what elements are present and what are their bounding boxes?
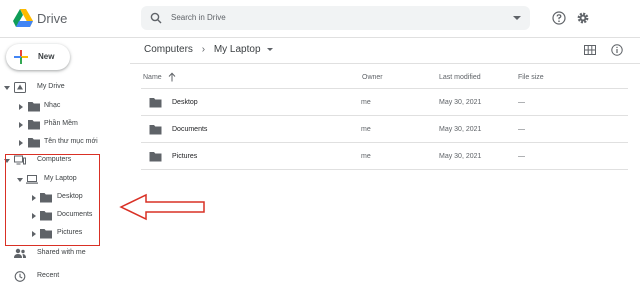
sidebar-item-label: Shared with me: [37, 249, 86, 256]
table-row[interactable]: Desktop me May 30, 2021 —: [141, 90, 628, 116]
expand-arrow-icon[interactable]: [19, 104, 23, 110]
row-name: Documents: [172, 126, 208, 133]
chevron-down-icon[interactable]: [267, 48, 274, 51]
folder-icon: [28, 138, 40, 148]
column-header-name[interactable]: Name: [143, 74, 162, 81]
breadcrumb-current[interactable]: My Laptop: [214, 44, 261, 55]
folder-icon: [149, 152, 162, 162]
search-icon[interactable]: [150, 12, 162, 24]
info-icon[interactable]: [611, 44, 623, 56]
table-row[interactable]: Pictures me May 30, 2021 —: [141, 144, 628, 170]
folder-icon: [28, 120, 40, 130]
help-icon[interactable]: [552, 11, 566, 25]
clock-icon: [14, 271, 26, 282]
search-input[interactable]: Search in Drive: [171, 13, 226, 22]
brand-name[interactable]: Drive: [37, 11, 67, 26]
row-size: —: [518, 126, 525, 133]
row-owner: me: [361, 126, 371, 133]
sort-ascending-icon[interactable]: [168, 72, 176, 82]
top-header: Drive Search in Drive: [0, 0, 640, 38]
folder-icon: [28, 102, 40, 112]
breadcrumb-separator: ›: [201, 44, 206, 55]
table-row[interactable]: Documents me May 30, 2021 —: [141, 117, 628, 143]
breadcrumb-root[interactable]: Computers: [144, 44, 193, 55]
new-button[interactable]: New: [6, 44, 70, 70]
sidebar-item-folder[interactable]: Tên thư mục mới: [0, 136, 128, 150]
row-owner: me: [361, 153, 371, 160]
drive-logo-icon[interactable]: [13, 9, 33, 27]
sidebar-item-folder[interactable]: Phần Mềm: [0, 118, 125, 132]
search-bar[interactable]: Search in Drive: [141, 6, 530, 30]
plus-icon: [14, 50, 28, 64]
sidebar-item-recent[interactable]: Recent: [0, 270, 125, 284]
my-drive-icon: [14, 82, 26, 93]
main-divider: [130, 63, 640, 64]
search-options-icon[interactable]: [513, 16, 521, 20]
row-name: Desktop: [172, 99, 198, 106]
column-header-modified[interactable]: Last modified: [439, 74, 481, 81]
row-owner: me: [361, 99, 371, 106]
new-button-label: New: [38, 52, 55, 61]
sidebar-item-my-drive[interactable]: My Drive: [0, 81, 125, 95]
sidebar-item-folder[interactable]: Nhạc: [0, 100, 125, 114]
collapse-arrow-icon[interactable]: [4, 86, 10, 90]
sidebar-item-label: Recent: [37, 272, 60, 279]
annotation-arrow-icon: [119, 193, 205, 221]
grid-view-icon[interactable]: [584, 44, 596, 56]
sidebar-item-label: Nhạc: [44, 102, 61, 109]
sidebar-item-shared[interactable]: Shared with me: [0, 247, 125, 261]
people-icon: [14, 248, 26, 258]
row-name: Pictures: [172, 153, 198, 160]
sidebar-item-label: Phần Mềm: [44, 120, 78, 127]
row-modified: May 30, 2021: [439, 126, 482, 133]
column-header-owner[interactable]: Owner: [362, 74, 383, 81]
folder-icon: [149, 98, 162, 108]
settings-icon[interactable]: [576, 11, 590, 25]
header-divider: [141, 88, 628, 89]
expand-arrow-icon[interactable]: [19, 122, 23, 128]
breadcrumb: Computers › My Laptop: [144, 44, 274, 55]
highlight-annotation-box: [5, 154, 100, 246]
row-size: —: [518, 153, 525, 160]
column-header-size: File size: [518, 74, 544, 81]
row-size: —: [518, 99, 525, 106]
sidebar-item-label: Tên thư mục mới: [44, 138, 98, 145]
sidebar-item-label: My Drive: [37, 83, 65, 90]
row-modified: May 30, 2021: [439, 153, 482, 160]
folder-icon: [149, 125, 162, 135]
row-modified: May 30, 2021: [439, 99, 482, 106]
expand-arrow-icon[interactable]: [19, 140, 23, 146]
